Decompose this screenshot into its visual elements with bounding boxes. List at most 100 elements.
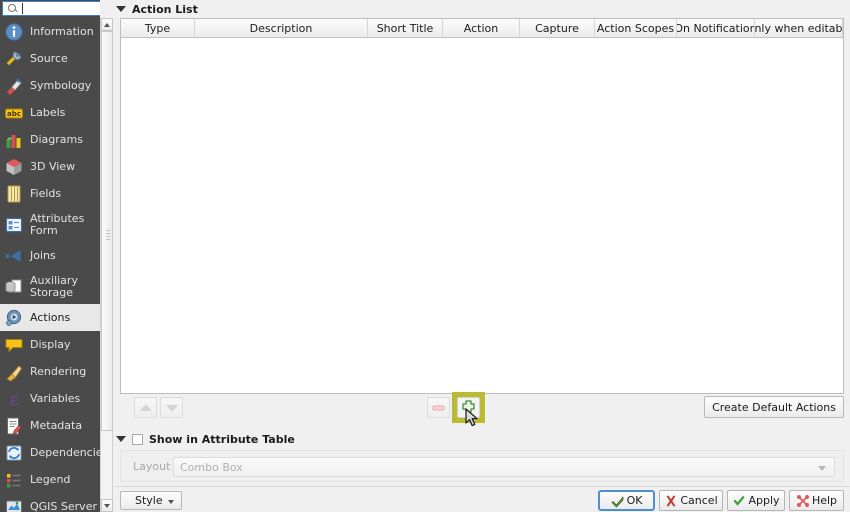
action-list-group-header[interactable]: Action List [116, 1, 198, 17]
minus-icon [432, 405, 445, 411]
create-default-actions-label: Create Default Actions [712, 400, 836, 414]
table-column-header[interactable]: Action Scopes [595, 19, 677, 37]
cancel-button-label: Cancel [680, 494, 718, 507]
collapse-triangle-icon[interactable] [116, 6, 126, 12]
dependencies-icon [4, 443, 24, 463]
help-icon [796, 494, 810, 508]
action-list-table[interactable]: Type Description Short Title Action Capture A… [120, 18, 844, 394]
table-column-header-label: Type [144, 21, 171, 35]
legend-icon [4, 470, 24, 490]
sidebar-item-rendering[interactable]: Rendering [0, 358, 100, 385]
sidebar-item-fields[interactable]: Fields [0, 180, 100, 207]
table-column-header[interactable]: Description [195, 19, 368, 37]
sidebar-item-label: Display [30, 337, 71, 351]
remove-action-button[interactable] [427, 397, 450, 418]
table-column-header[interactable]: Action [443, 19, 520, 37]
sidebar-item-auxiliary-storage[interactable]: Auxiliary Storage [0, 269, 100, 304]
table-column-header[interactable]: nly when editab [755, 19, 843, 37]
sidebar-search-area [0, 0, 100, 18]
mouse-cursor [465, 408, 478, 427]
fields-table-icon [4, 184, 24, 204]
table-column-header-label: Capture [535, 21, 579, 35]
scroll-up-button[interactable] [101, 18, 113, 31]
qgis-server-icon [4, 497, 24, 512]
sidebar-item-legend[interactable]: Legend [0, 466, 100, 493]
collapse-triangle-icon-2[interactable] [116, 436, 126, 442]
table-column-header[interactable]: Capture [520, 19, 595, 37]
sidebar-item-label: 3D View [30, 159, 76, 173]
sidebar-item-actions[interactable]: Actions [0, 304, 100, 331]
table-column-header-label: nly when editab [755, 21, 843, 35]
table-column-header[interactable]: Short Title [368, 19, 443, 37]
main-panel: Action List Type Description Short Title Ac… [114, 0, 850, 512]
layer-properties-dialog: Information Source Symbology abc Labels Diagr… [0, 0, 850, 512]
sidebar-item-label: Variables [30, 391, 81, 405]
show-in-attribute-table-group-header[interactable]: Show in Attribute Table [116, 431, 295, 447]
source-wrench-icon [4, 49, 24, 69]
metadata-document-icon [4, 416, 24, 436]
search-input[interactable] [2, 1, 100, 16]
sidebar-item-dependencies[interactable]: Dependencies [0, 439, 100, 466]
move-action-down-button[interactable] [160, 397, 183, 418]
table-column-header-label: On Notification [677, 21, 755, 35]
help-button[interactable]: Help [789, 490, 844, 511]
style-button-label: Style [135, 494, 163, 507]
table-body[interactable] [121, 38, 843, 393]
variables-epsilon-icon: ε [4, 389, 24, 410]
joins-icon [4, 246, 24, 266]
display-balloon-icon [4, 335, 24, 355]
style-button[interactable]: Style [120, 491, 182, 510]
move-action-up-button[interactable] [134, 397, 157, 418]
layout-label: Layout [133, 460, 171, 473]
sidebar-item-label: Attributes Form [30, 212, 85, 237]
ok-button[interactable]: OK [598, 490, 655, 511]
sidebar-item-diagrams[interactable]: Diagrams [0, 126, 100, 153]
create-default-actions-button[interactable]: Create Default Actions [704, 396, 844, 418]
rendering-broom-icon [4, 362, 24, 382]
auxiliary-storage-icon [4, 277, 24, 297]
layout-combobox-value: Combo Box [180, 460, 243, 474]
show-in-attribute-table-label: Show in Attribute Table [149, 432, 295, 446]
scrollbar-thumb[interactable] [101, 31, 113, 431]
sidebar-nav-list[interactable]: Information Source Symbology abc Labels Diagr… [0, 18, 100, 512]
apply-button[interactable]: Apply [727, 490, 785, 511]
sidebar-scrollbar[interactable] [100, 18, 113, 512]
sidebar-item-joins[interactable]: Joins [0, 242, 100, 269]
sidebar-item-labels[interactable]: abc Labels [0, 99, 100, 126]
sidebar-item-display[interactable]: Display [0, 331, 100, 358]
table-column-header-label: Description [249, 21, 313, 35]
sidebar-item-label: Dependencies [30, 445, 100, 459]
sidebar-item-variables[interactable]: ε Variables [0, 385, 100, 412]
sidebar-item-attributes-form[interactable]: Attributes Form [0, 207, 100, 242]
attributes-form-icon [4, 215, 24, 235]
sidebar-item-label: Information [30, 24, 94, 38]
svg-text:abc: abc [7, 110, 21, 118]
action-list-title: Action List [132, 2, 198, 16]
scroll-down-button[interactable] [101, 499, 113, 512]
sidebar-item-label: Joins [30, 248, 56, 262]
table-header-row: Type Description Short Title Action Capture A… [121, 19, 843, 38]
arrow-down-icon [165, 404, 178, 412]
table-column-header[interactable]: On Notification [677, 19, 755, 37]
table-column-header-label: Action [463, 21, 499, 35]
information-icon [4, 22, 24, 42]
chevron-down-icon-style [168, 500, 174, 504]
sidebar-item-label: Legend [30, 472, 71, 486]
table-column-header[interactable]: Type [121, 19, 195, 37]
sidebar-item-information[interactable]: Information [0, 18, 100, 45]
sidebar-item-metadata[interactable]: Metadata [0, 412, 100, 439]
show-in-attribute-table-checkbox[interactable] [132, 433, 143, 445]
diagrams-chart-icon [4, 130, 24, 150]
cancel-button[interactable]: Cancel [659, 490, 723, 511]
layout-combobox[interactable]: Combo Box [173, 457, 835, 477]
search-icon [5, 2, 19, 15]
sidebar-item-label: Labels [30, 105, 66, 119]
sidebar-item-label: Source [30, 51, 68, 65]
sidebar-item-label: Actions [30, 310, 71, 324]
sidebar-item-label: Auxiliary Storage [30, 274, 78, 299]
sidebar-item-source[interactable]: Source [0, 45, 100, 72]
sidebar-item-symbology[interactable]: Symbology [0, 72, 100, 99]
sidebar-item-3d-view[interactable]: 3D View [0, 153, 100, 180]
arrow-up-icon [139, 403, 152, 411]
sidebar-item-qgis-server[interactable]: QGIS Server [0, 493, 100, 512]
